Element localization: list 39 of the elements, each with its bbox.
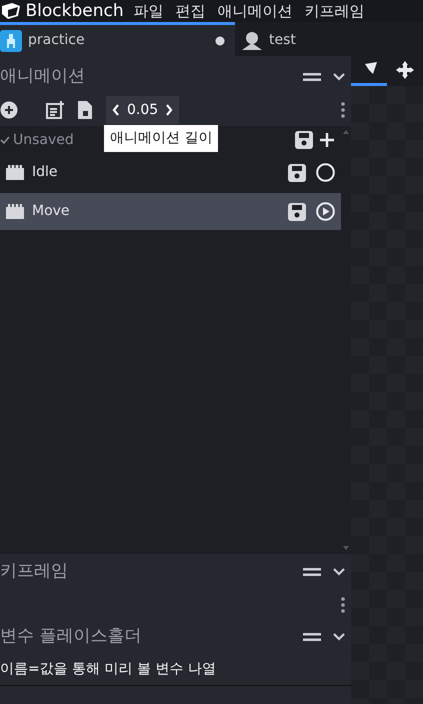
drag-handle-icon[interactable]: [303, 72, 321, 82]
play-circle-icon[interactable]: [316, 202, 335, 221]
group-label[interactable]: Unsaved: [13, 130, 74, 150]
variable-hint: 이름=값을 통해 미리 볼 변수 나열: [0, 654, 351, 686]
save-icon[interactable]: [288, 164, 306, 182]
more-icon[interactable]: [341, 597, 345, 613]
chevron-down-icon[interactable]: [333, 633, 345, 641]
menu-item[interactable]: 파일: [134, 0, 164, 22]
clapperboard-icon: [6, 165, 24, 180]
app-name: Blockbench: [26, 0, 124, 22]
circle-icon[interactable]: [316, 163, 335, 182]
plus-icon[interactable]: [319, 132, 335, 148]
panel-title: 애니메이션: [0, 65, 86, 88]
tooltip: 애니메이션 길이: [104, 125, 218, 152]
animation-row[interactable]: Idle: [0, 154, 341, 191]
drag-handle-icon[interactable]: [303, 632, 321, 642]
note-add-icon[interactable]: [46, 101, 64, 119]
clapperboard-icon: [6, 204, 24, 219]
chevron-down-icon[interactable]: [333, 568, 345, 576]
check-icon[interactable]: [0, 135, 10, 145]
chevron-down-icon[interactable]: [333, 73, 345, 81]
panel-title: 키프레임: [0, 560, 69, 584]
drag-handle-icon[interactable]: [303, 567, 321, 577]
menu-item[interactable]: 애니메이션: [218, 0, 293, 22]
length-control[interactable]: 0.05: [106, 96, 180, 124]
figure-icon: [0, 30, 22, 52]
file-tab[interactable]: practice: [0, 22, 235, 56]
chevron-left-icon[interactable]: [112, 104, 120, 116]
more-icon[interactable]: [341, 102, 345, 118]
bust-icon: [241, 30, 263, 50]
panel-title: 변수 플레이스홀더: [0, 625, 142, 648]
menu-item[interactable]: 편집: [176, 0, 206, 22]
animation-row[interactable]: Move: [0, 193, 341, 230]
save-icon[interactable]: [295, 131, 313, 149]
menu-item[interactable]: 키프레임: [304, 0, 365, 22]
add-icon[interactable]: [0, 101, 18, 119]
save-icon[interactable]: [288, 202, 306, 220]
chevron-right-icon[interactable]: [165, 104, 174, 116]
file-icon[interactable]: [78, 101, 92, 119]
